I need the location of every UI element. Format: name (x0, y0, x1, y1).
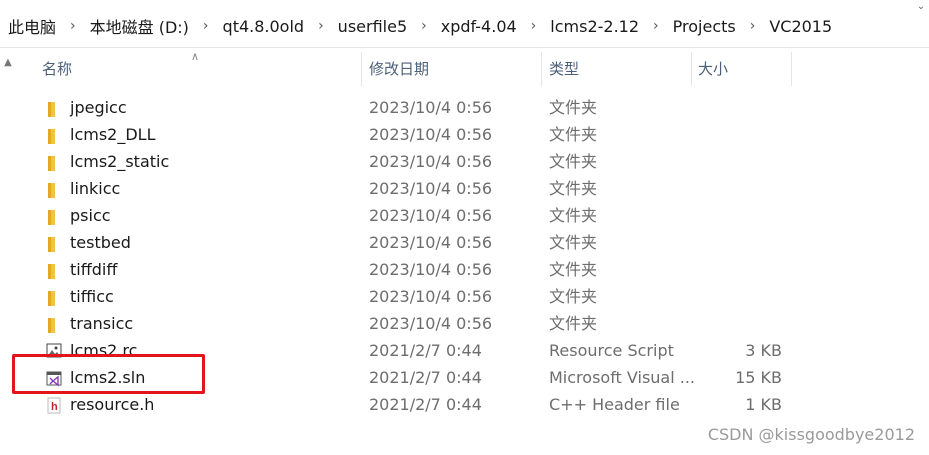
breadcrumb-item[interactable]: qt4.8.0old (220, 17, 308, 36)
column-header-name[interactable]: 名称 (42, 50, 72, 88)
folder-icon (46, 288, 62, 306)
chevron-right-icon[interactable]: › (739, 18, 767, 34)
column-divider[interactable] (541, 52, 542, 86)
cpp-header-icon: h (46, 396, 62, 414)
file-size (690, 256, 782, 283)
file-name: resource.h (70, 395, 155, 414)
breadcrumb-item[interactable]: Projects (670, 17, 739, 36)
modified-date: 2023/10/4 0:56 (369, 206, 493, 225)
modified-date: 2023/10/4 0:56 (369, 260, 493, 279)
chevron-right-icon[interactable]: › (307, 18, 335, 34)
chevron-down-icon[interactable]: ⌄ (913, 0, 929, 18)
file-size (690, 283, 782, 310)
modified-date: 2021/2/7 0:44 (369, 395, 482, 414)
chevron-right-icon[interactable]: › (410, 18, 438, 34)
sort-ascending-icon: ∧ (191, 50, 200, 63)
modified-date: 2023/10/4 0:56 (369, 287, 493, 306)
file-size: 15 KB (735, 368, 782, 387)
file-size: 1 KB (745, 395, 782, 414)
file-size: 3 KB (745, 341, 782, 360)
file-type: Resource Script (549, 341, 674, 360)
modified-date: 2021/2/7 0:44 (369, 368, 482, 387)
file-type: 文件夹 (549, 260, 598, 279)
file-type: C++ Header file (549, 395, 680, 414)
folder-icon (46, 207, 62, 225)
list-item[interactable]: h resource.h 2021/2/7 0:44 C++ Header fi… (0, 391, 929, 418)
breadcrumb-item[interactable]: xpdf-4.04 (438, 17, 520, 36)
folder-icon (46, 261, 62, 279)
folder-icon (46, 234, 62, 252)
svg-text:h: h (51, 401, 58, 413)
list-item[interactable]: psicc 2023/10/4 0:56 文件夹 (0, 202, 929, 229)
file-type: 文件夹 (549, 152, 598, 171)
file-size (690, 94, 782, 121)
chevron-right-icon[interactable]: › (59, 18, 87, 34)
breadcrumb-item[interactable]: 本地磁盘 (D:) (87, 14, 192, 38)
file-name: tiffdiff (70, 260, 118, 279)
file-type: 文件夹 (549, 125, 598, 144)
folder-icon (46, 126, 62, 144)
folder-icon (46, 180, 62, 198)
list-item[interactable]: lcms2_static 2023/10/4 0:56 文件夹 (0, 148, 929, 175)
column-header-type[interactable]: 类型 (549, 50, 579, 88)
chevron-right-icon[interactable]: › (642, 18, 670, 34)
list-item[interactable]: transicc 2023/10/4 0:56 文件夹 (0, 310, 929, 337)
list-item[interactable]: lcms2_DLL 2023/10/4 0:56 文件夹 (0, 121, 929, 148)
modified-date: 2023/10/4 0:56 (369, 314, 493, 333)
watermark: CSDN @kissgoodbye2012 (707, 425, 915, 444)
file-type: Microsoft Visual ... (549, 368, 696, 387)
chevron-right-icon[interactable]: › (520, 18, 548, 34)
file-type: 文件夹 (549, 287, 598, 306)
file-name: lcms2_DLL (70, 125, 156, 144)
address-bar[interactable]: 此电脑 › 本地磁盘 (D:) › qt4.8.0old › userfile5 › x… (0, 0, 929, 48)
file-type: 文件夹 (549, 314, 598, 333)
list-item[interactable]: linkicc 2023/10/4 0:56 文件夹 (0, 175, 929, 202)
folder-icon (46, 99, 62, 117)
file-type: 文件夹 (549, 98, 598, 117)
list-item[interactable]: tifficc 2023/10/4 0:56 文件夹 (0, 283, 929, 310)
breadcrumb-item[interactable]: lcms2-2.12 (547, 17, 642, 36)
modified-date: 2021/2/7 0:44 (369, 341, 482, 360)
file-size (690, 229, 782, 256)
file-name: linkicc (70, 179, 121, 198)
highlight-box (12, 354, 205, 394)
column-header-row: 名称 修改日期 类型 大小 (0, 50, 929, 88)
file-type: 文件夹 (549, 206, 598, 225)
column-divider[interactable] (691, 52, 692, 86)
modified-date: 2023/10/4 0:56 (369, 152, 493, 171)
file-name: psicc (70, 206, 111, 225)
list-item[interactable]: tiffdiff 2023/10/4 0:56 文件夹 (0, 256, 929, 283)
file-size (690, 148, 782, 175)
modified-date: 2023/10/4 0:56 (369, 125, 493, 144)
file-size (690, 202, 782, 229)
column-header-size[interactable]: 大小 (698, 50, 728, 88)
modified-date: 2023/10/4 0:56 (369, 179, 493, 198)
file-type: 文件夹 (549, 179, 598, 198)
modified-date: 2023/10/4 0:56 (369, 98, 493, 117)
file-type: 文件夹 (549, 233, 598, 252)
file-name: lcms2_static (70, 152, 170, 171)
chevron-right-icon[interactable]: › (192, 18, 220, 34)
list-item[interactable]: testbed 2023/10/4 0:56 文件夹 (0, 229, 929, 256)
file-name: transicc (70, 314, 134, 333)
file-size (690, 175, 782, 202)
file-size (690, 310, 782, 337)
file-name: jpegicc (70, 98, 127, 117)
column-divider[interactable] (791, 52, 792, 86)
folder-icon (46, 315, 62, 333)
breadcrumb-item[interactable]: userfile5 (335, 17, 410, 36)
list-item[interactable]: jpegicc 2023/10/4 0:56 文件夹 (0, 94, 929, 121)
breadcrumb-item[interactable]: 此电脑 (5, 14, 59, 38)
modified-date: 2023/10/4 0:56 (369, 233, 493, 252)
file-size (690, 121, 782, 148)
folder-icon (46, 153, 62, 171)
column-divider[interactable] (361, 52, 362, 86)
column-header-date[interactable]: 修改日期 (369, 50, 429, 88)
breadcrumb: 此电脑 › 本地磁盘 (D:) › qt4.8.0old › userfile5 › x… (5, 14, 835, 38)
file-name: testbed (70, 233, 131, 252)
breadcrumb-item[interactable]: VC2015 (766, 17, 835, 36)
file-name: tifficc (70, 287, 114, 306)
